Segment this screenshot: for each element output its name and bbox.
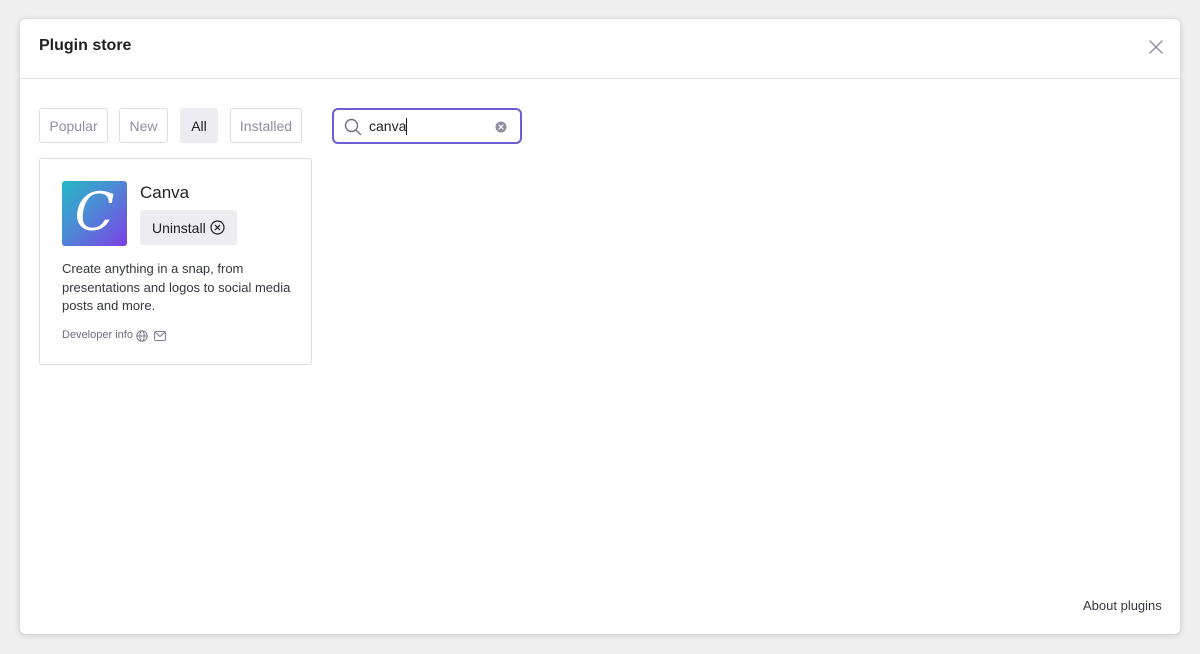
- uninstall-button[interactable]: Uninstall: [140, 210, 237, 245]
- plugin-description: Create anything in a snap, from presenta…: [62, 261, 291, 313]
- tab-popular[interactable]: Popular: [39, 108, 108, 143]
- x-circle-icon: [210, 220, 225, 235]
- search-input[interactable]: [369, 117, 489, 135]
- developer-info-label: Developer info: [62, 329, 133, 341]
- plugin-store-modal: Plugin store Popular New All Installed c…: [20, 19, 1180, 634]
- close-icon: [1149, 40, 1163, 54]
- tab-all[interactable]: All: [180, 108, 218, 143]
- modal-header: Plugin store: [20, 19, 1180, 79]
- uninstall-label: Uninstall: [152, 219, 206, 236]
- tab-new[interactable]: New: [119, 108, 168, 143]
- text-caret: [406, 118, 407, 135]
- clear-icon[interactable]: [495, 121, 507, 133]
- globe-icon[interactable]: [136, 330, 148, 342]
- mail-icon[interactable]: [154, 331, 166, 341]
- close-button[interactable]: [1144, 35, 1168, 59]
- plugin-name: Canva: [140, 183, 190, 202]
- tab-installed[interactable]: Installed: [230, 108, 302, 143]
- canva-logo: C: [62, 181, 127, 246]
- search-icon: [344, 118, 362, 136]
- about-plugins-link[interactable]: About plugins: [1083, 598, 1162, 613]
- search-box[interactable]: [332, 108, 522, 144]
- logo-letter: C: [74, 182, 115, 243]
- modal-title: Plugin store: [39, 37, 132, 54]
- plugin-card-canva: C Canva Uninstall Create anything in a s…: [39, 158, 312, 365]
